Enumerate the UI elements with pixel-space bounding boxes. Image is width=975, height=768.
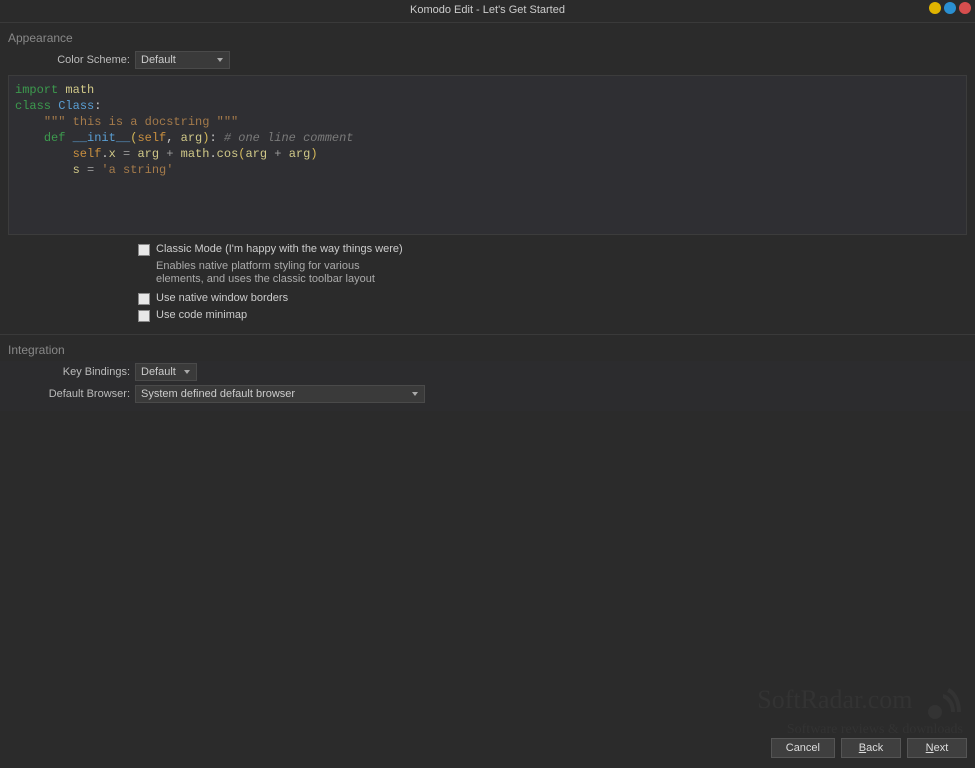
chevron-down-icon: [217, 58, 223, 62]
watermark-subtitle: Software reviews & downloads: [757, 722, 963, 738]
cancel-button[interactable]: Cancel: [771, 738, 835, 758]
wizard-buttons: Cancel Back Next: [771, 738, 967, 758]
classic-mode-desc: Enables native platform styling for vari…: [0, 258, 400, 290]
back-button[interactable]: Back: [841, 738, 901, 758]
native-borders-label: Use native window borders: [156, 292, 288, 304]
color-scheme-value: Default: [141, 54, 176, 66]
color-scheme-label: Color Scheme:: [0, 54, 135, 66]
minimap-checkbox[interactable]: [138, 310, 150, 322]
minimize-icon[interactable]: [929, 2, 941, 14]
key-bindings-label: Key Bindings:: [0, 366, 135, 378]
watermark: SoftRadar.com Software reviews & downloa…: [757, 682, 963, 738]
key-bindings-select[interactable]: Default: [135, 363, 197, 381]
integration-header: Integration: [0, 334, 975, 361]
classic-mode-label: Classic Mode (I'm happy with the way thi…: [156, 243, 403, 255]
color-scheme-select[interactable]: Default: [135, 51, 230, 69]
watermark-title: SoftRadar.com: [757, 685, 912, 714]
minimap-label: Use code minimap: [156, 309, 247, 321]
code-preview: import math class Class: """ this is a d…: [8, 75, 967, 235]
appearance-header: Appearance: [0, 22, 975, 49]
default-browser-value: System defined default browser: [141, 388, 295, 400]
default-browser-label: Default Browser:: [0, 388, 135, 400]
radar-icon: [923, 682, 963, 722]
key-bindings-value: Default: [141, 366, 176, 378]
classic-mode-checkbox[interactable]: [138, 244, 150, 256]
close-icon[interactable]: [959, 2, 971, 14]
window-controls: [929, 2, 971, 14]
default-browser-select[interactable]: System defined default browser: [135, 385, 425, 403]
native-borders-checkbox[interactable]: [138, 293, 150, 305]
chevron-down-icon: [184, 370, 190, 374]
window-title: Komodo Edit - Let's Get Started: [410, 4, 565, 16]
titlebar: Komodo Edit - Let's Get Started: [0, 0, 975, 20]
maximize-icon[interactable]: [944, 2, 956, 14]
next-button[interactable]: Next: [907, 738, 967, 758]
chevron-down-icon: [412, 392, 418, 396]
